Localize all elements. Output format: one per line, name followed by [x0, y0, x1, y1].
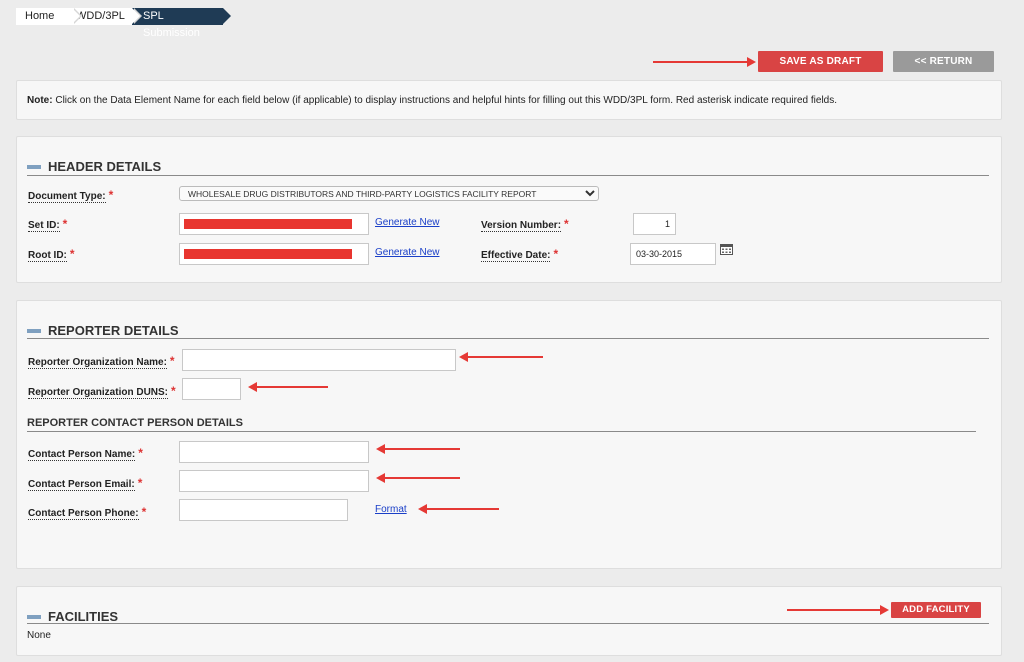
required-asterisk: * [108, 188, 114, 202]
contact-name-input[interactable] [179, 441, 369, 463]
label-text: Contact Person Email: [28, 479, 135, 491]
required-asterisk: * [69, 247, 75, 261]
annotation-arrow [376, 473, 460, 483]
reporter-details-title[interactable]: REPORTER DETAILS [27, 323, 179, 338]
effective-date-input[interactable]: 03-30-2015 [630, 243, 716, 265]
contact-phone-label[interactable]: Contact Person Phone: * [28, 505, 147, 520]
contact-email-input[interactable] [179, 470, 369, 492]
breadcrumb-label: Home [25, 10, 55, 22]
label-text: Contact Person Name: [28, 449, 136, 461]
minus-icon[interactable] [27, 328, 41, 333]
reporter-org-name-label[interactable]: Reporter Organization Name: * [28, 354, 175, 369]
generate-new-set-id-link[interactable]: Generate New [375, 217, 439, 228]
annotation-arrow [418, 504, 499, 514]
generate-new-root-id-link[interactable]: Generate New [375, 247, 439, 258]
label-text: Version Number: [481, 220, 562, 232]
effective-date-label[interactable]: Effective Date: * [481, 247, 559, 262]
note-panel: Note: Click on the Data Element Name for… [16, 80, 1002, 120]
redaction-mark [184, 219, 352, 229]
return-button[interactable]: << RETURN [893, 51, 994, 72]
document-type-label[interactable]: Document Type: * [28, 188, 114, 203]
header-details-panel: HEADER DETAILS Document Type: * WHOLESALE… [16, 136, 1002, 283]
version-number-label[interactable]: Version Number: * [481, 217, 569, 232]
required-asterisk: * [62, 217, 68, 231]
facilities-empty-text: None [27, 630, 51, 641]
required-asterisk: * [137, 476, 143, 490]
contact-person-title: REPORTER CONTACT PERSON DETAILS [27, 417, 243, 429]
annotation-arrow [653, 57, 756, 67]
divider [27, 175, 989, 176]
version-number-input[interactable]: 1 [633, 213, 676, 235]
header-details-title[interactable]: HEADER DETAILS [27, 159, 161, 174]
required-asterisk: * [141, 505, 147, 519]
annotation-arrow [459, 352, 543, 362]
required-asterisk: * [138, 446, 143, 460]
contact-phone-input[interactable] [179, 499, 348, 521]
root-id-label[interactable]: Root ID: * [28, 247, 75, 262]
reporter-org-name-input[interactable] [182, 349, 456, 371]
calendar-icon[interactable] [720, 243, 733, 255]
section-title-text: REPORTER DETAILS [48, 323, 179, 338]
annotation-arrow [376, 444, 460, 454]
label-text: Reporter Organization DUNS: [28, 387, 169, 399]
required-asterisk: * [171, 384, 176, 398]
minus-icon[interactable] [27, 164, 41, 169]
facilities-title[interactable]: FACILITIES [27, 609, 118, 624]
label-text: Effective Date: [481, 250, 551, 262]
divider [27, 338, 989, 339]
annotation-arrow [248, 382, 328, 392]
reporter-details-panel: REPORTER DETAILS Reporter Organization N… [16, 300, 1002, 569]
annotation-arrow [787, 605, 889, 615]
label-text: Root ID: [28, 250, 67, 262]
note-label: Note: [27, 95, 53, 106]
set-id-label[interactable]: Set ID: * [28, 217, 68, 232]
label-text: Document Type: [28, 191, 106, 203]
divider [27, 431, 976, 432]
note-text: Click on the Data Element Name for each … [52, 95, 838, 106]
redaction-mark [184, 249, 352, 259]
breadcrumb-label: WDD/3PL [76, 10, 125, 22]
divider [27, 623, 989, 624]
required-asterisk: * [169, 354, 175, 368]
minus-icon[interactable] [27, 614, 41, 619]
required-asterisk: * [564, 217, 569, 231]
breadcrumb-home[interactable]: Home [16, 8, 82, 25]
breadcrumb-label: SPL Submission [143, 10, 200, 39]
reporter-org-duns-label[interactable]: Reporter Organization DUNS: * [28, 384, 176, 399]
label-text: Set ID: [28, 220, 60, 232]
add-facility-button[interactable]: ADD FACILITY [891, 602, 981, 618]
document-type-select[interactable]: WHOLESALE DRUG DISTRIBUTORS AND THIRD-PA… [179, 186, 599, 201]
contact-name-label[interactable]: Contact Person Name: * [28, 446, 143, 461]
contact-email-label[interactable]: Contact Person Email: * [28, 476, 143, 491]
label-text: Reporter Organization Name: [28, 357, 167, 369]
label-text: Contact Person Phone: [28, 508, 139, 520]
facilities-panel: FACILITIES None [16, 586, 1002, 656]
section-title-text: FACILITIES [48, 609, 119, 624]
section-title-text: HEADER DETAILS [48, 159, 162, 174]
reporter-org-duns-input[interactable] [182, 378, 241, 400]
save-as-draft-button[interactable]: SAVE AS DRAFT [758, 51, 883, 72]
required-asterisk: * [553, 247, 559, 261]
phone-format-link[interactable]: Format [375, 504, 407, 515]
